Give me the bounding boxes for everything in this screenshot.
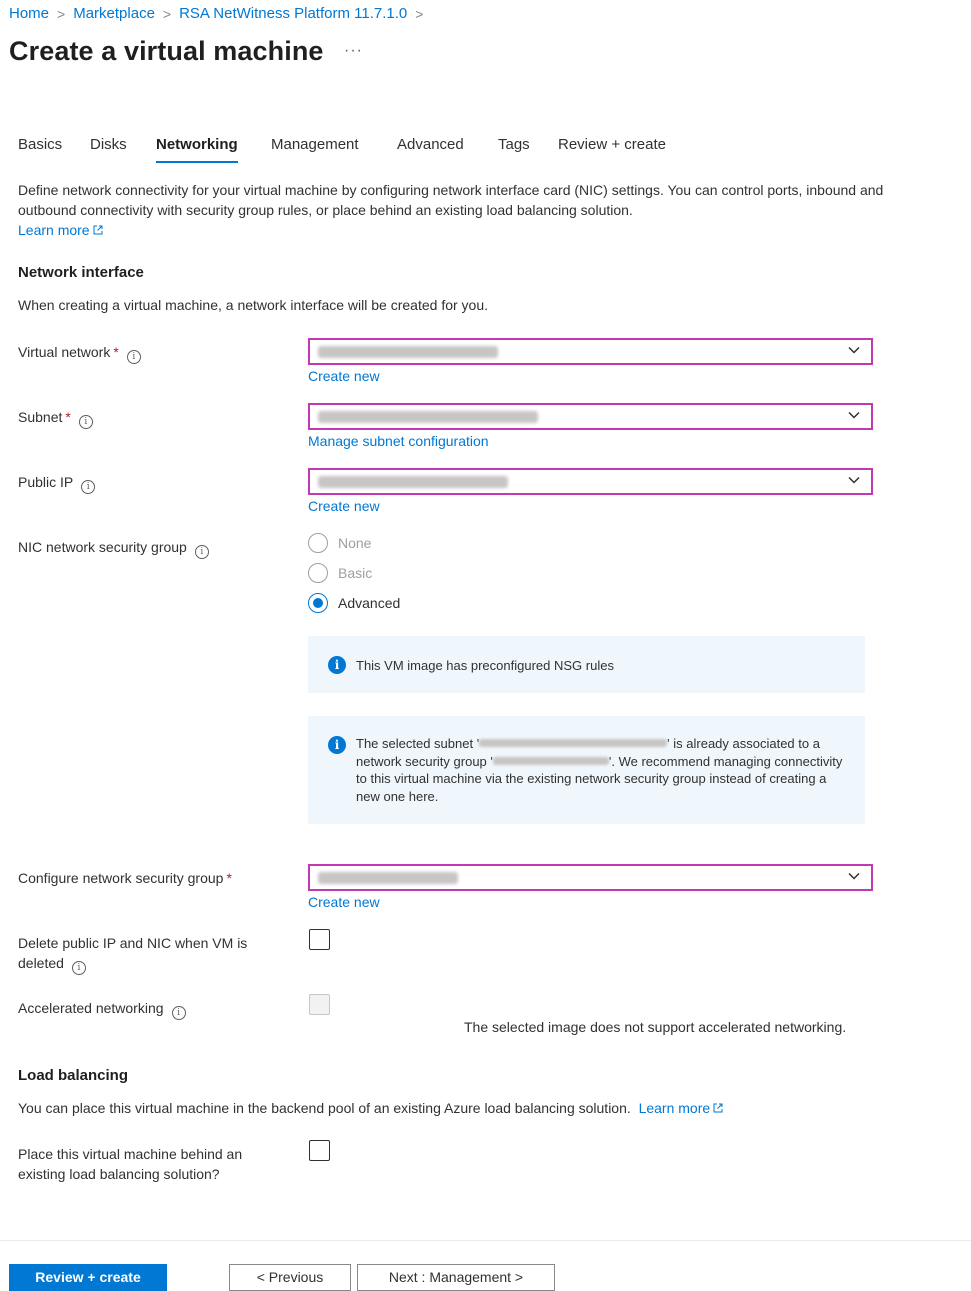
load-balancing-description: You can place this virtual machine in th… [18,1100,723,1116]
info-icon[interactable]: i [78,415,93,429]
tab-bar: Basics Disks Networking Management Advan… [18,136,958,164]
subnet-label: Subnet * i [18,407,93,429]
public-ip-label: Public IP i [18,472,96,494]
breadcrumb-product[interactable]: RSA NetWitness Platform 11.7.1.0 [179,5,407,22]
accelerated-networking-label: Accelerated networking i [18,998,186,1020]
info-icon[interactable]: i [81,480,96,494]
info-filled-icon: i [328,656,346,674]
nsg-info-text: This VM image has preconfigured NSG rule… [356,658,614,673]
tab-networking[interactable]: Networking [156,136,238,163]
tab-advanced[interactable]: Advanced [397,136,464,161]
configure-nsg-label: Configure network security group * [18,870,232,886]
previous-button[interactable]: < Previous [229,1264,351,1291]
info-filled-icon: i [328,736,346,754]
nsg-option-none[interactable]: None [308,533,371,553]
breadcrumb: Home > Marketplace > RSA NetWitness Plat… [9,5,431,22]
redacted-value [318,411,538,423]
external-link-icon [93,225,103,235]
chevron-down-icon [848,476,860,484]
nsg-option-basic[interactable]: Basic [308,563,372,583]
virtual-network-label: Virtual network * i [18,342,141,364]
breadcrumb-home[interactable]: Home [9,5,49,22]
page-title: Create a virtual machine [9,36,324,66]
subnet-dropdown[interactable] [308,403,873,430]
review-create-button[interactable]: Review + create [9,1264,167,1291]
redacted-value [318,476,508,488]
tab-tags[interactable]: Tags [498,136,530,161]
redacted-value [318,346,498,358]
redacted-value [492,756,609,765]
required-marker: * [226,870,232,886]
chevron-down-icon [848,872,860,880]
learn-more-link[interactable]: Learn more [18,222,103,238]
virtual-network-dropdown[interactable] [308,338,873,365]
required-marker: * [113,344,119,360]
subnet-nsg-info-banner: i The selected subnet ' ' is already asso… [308,716,865,824]
configure-nsg-dropdown[interactable] [308,864,873,891]
radio-button-checked [308,593,328,613]
public-ip-dropdown[interactable] [308,468,873,495]
external-link-icon [713,1103,723,1113]
nsg-option-advanced[interactable]: Advanced [308,593,400,613]
more-options-icon[interactable]: ··· [344,42,363,60]
info-icon[interactable]: i [171,1006,186,1020]
configure-nsg-create-new-link[interactable]: Create new [308,894,380,910]
chevron-right-icon: > [415,5,424,22]
nsg-info-banner: i This VM image has preconfigured NSG ru… [308,636,865,693]
accelerated-networking-note: The selected image does not support acce… [464,1019,847,1035]
tab-review-create[interactable]: Review + create [558,136,666,161]
subnet-nsg-info-text: The selected subnet ' ' is already associ… [356,736,843,804]
network-interface-subtitle: When creating a virtual machine, a netwo… [18,297,489,313]
intro-description: Define network connectivity for your vir… [18,180,888,240]
manage-subnet-configuration-link[interactable]: Manage subnet configuration [308,433,489,449]
info-icon[interactable]: i [126,350,141,364]
load-balancer-checkbox[interactable] [309,1140,330,1161]
accelerated-networking-checkbox[interactable] [309,994,330,1015]
tab-management[interactable]: Management [271,136,359,161]
load-balancing-learn-more-link[interactable]: Learn more [639,1100,724,1116]
info-icon[interactable]: i [194,545,209,559]
delete-public-ip-label: Delete public IP and NIC when VM is delet… [18,935,248,975]
load-balancer-label: Place this virtual machine behind an exis… [18,1146,243,1182]
redacted-value [318,872,458,884]
radio-button [308,563,328,583]
info-icon[interactable]: i [71,961,86,975]
section-network-interface: Network interface [18,264,144,281]
virtual-network-create-new-link[interactable]: Create new [308,368,380,384]
required-marker: * [65,409,71,425]
section-load-balancing: Load balancing [18,1067,129,1084]
public-ip-create-new-link[interactable]: Create new [308,498,380,514]
nic-nsg-label: NIC network security group i [18,537,209,559]
tab-disks[interactable]: Disks [90,136,127,161]
chevron-down-icon [848,411,860,419]
redacted-value [479,739,668,747]
tab-basics[interactable]: Basics [18,136,62,161]
breadcrumb-marketplace[interactable]: Marketplace [73,5,155,22]
delete-public-ip-checkbox[interactable] [309,929,330,950]
next-management-button[interactable]: Next : Management > [357,1264,555,1291]
chevron-right-icon: > [162,5,172,22]
intro-text: Define network connectivity for your vir… [18,182,884,218]
chevron-right-icon: > [57,5,66,22]
footer-divider [0,1240,971,1241]
radio-button [308,533,328,553]
chevron-down-icon [848,346,860,354]
